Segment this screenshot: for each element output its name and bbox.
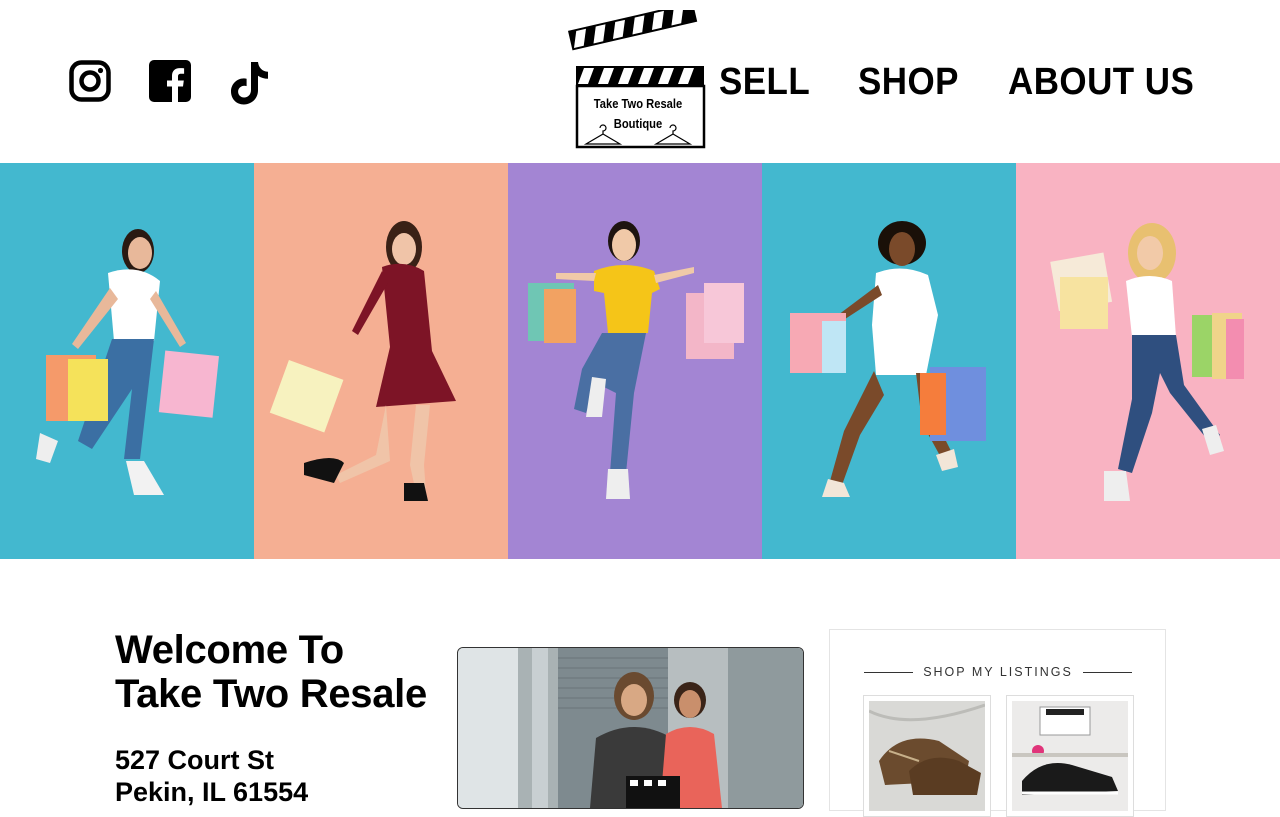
logo-text: Take Two Resale Boutique (586, 94, 689, 134)
logo-line-1: Take Two Resale (593, 96, 683, 111)
listings-header: SHOP MY LISTINGS (864, 664, 1133, 680)
shopper-image-2 (254, 163, 508, 559)
facebook-icon (149, 60, 191, 102)
divider-line (864, 671, 914, 673)
listings-heading: SHOP MY LISTINGS (923, 665, 1073, 679)
main-nav: SELL SHOP ABOUT US (719, 58, 1210, 106)
banner-panel-4 (762, 163, 1016, 559)
site-logo[interactable]: Take Two Resale Boutique (566, 2, 710, 150)
divider-line (1082, 671, 1133, 673)
shopper-image-1 (0, 163, 254, 559)
store-photo (457, 647, 804, 809)
shopper-image-4 (762, 163, 1016, 559)
logo-line-2: Boutique (613, 116, 663, 131)
address-city: Pekin, IL 61554 (115, 777, 309, 807)
store-address: 527 Court St Pekin, IL 61554 (115, 744, 435, 808)
site-header: Take Two Resale Boutique SELL SHOP ABOUT… (0, 0, 1280, 163)
facebook-link[interactable] (149, 60, 191, 102)
tiktok-icon (231, 62, 268, 105)
banner-panel-5 (1016, 163, 1280, 559)
address-street: 527 Court St (115, 745, 275, 775)
shopper-image-5 (1016, 163, 1280, 559)
hero-banner (0, 163, 1280, 559)
listing-thumbnail-2[interactable] (1006, 695, 1134, 817)
instagram-icon (69, 60, 111, 102)
sneaker-listing-image (1012, 701, 1128, 811)
shopper-image-3 (508, 163, 762, 559)
instagram-link[interactable] (69, 60, 111, 102)
welcome-heading: Welcome To Take Two Resale (115, 628, 427, 716)
listing-thumbnail-1[interactable] (863, 695, 991, 817)
banner-panel-3 (508, 163, 762, 559)
nav-sell[interactable]: SELL (719, 58, 810, 106)
shop-my-listings-widget: SHOP MY LISTINGS (829, 629, 1166, 817)
owners-photo-image (458, 648, 803, 808)
nav-about-us[interactable]: ABOUT US (1008, 58, 1194, 106)
tiktok-link[interactable] (229, 60, 271, 108)
shoe-listing-image (869, 701, 985, 811)
banner-panel-1 (0, 163, 254, 559)
nav-shop[interactable]: SHOP (858, 58, 959, 106)
banner-panel-2 (254, 163, 508, 559)
